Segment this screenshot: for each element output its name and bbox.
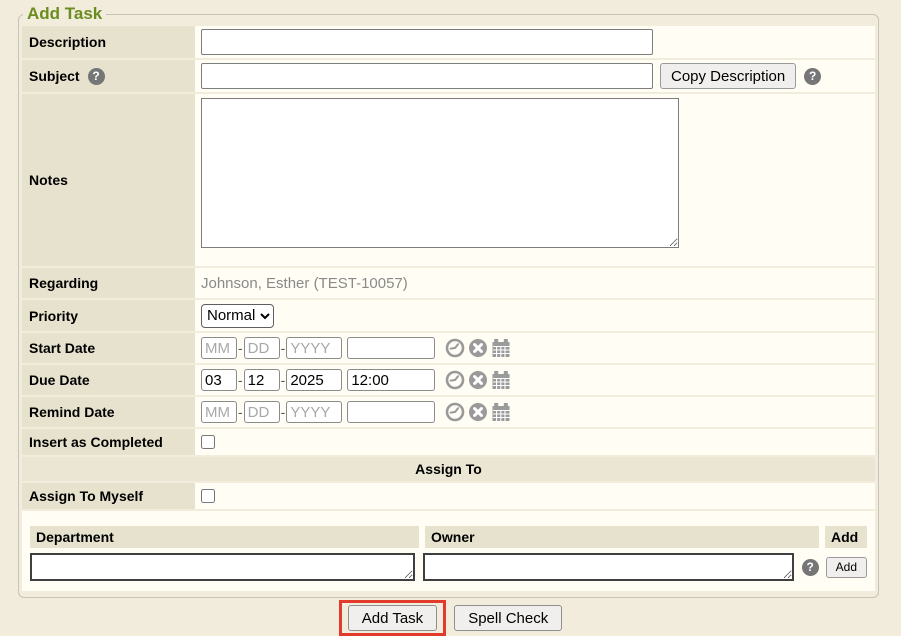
calendar-icon[interactable] <box>491 338 511 358</box>
due-date-month-input[interactable] <box>201 369 237 391</box>
notes-row: Notes <box>22 94 875 266</box>
due-date-day-input[interactable] <box>244 369 280 391</box>
help-icon[interactable]: ? <box>802 559 819 576</box>
priority-label: Priority <box>22 300 195 331</box>
start-date-time-input[interactable] <box>347 337 435 359</box>
due-date-time-input[interactable] <box>347 369 435 391</box>
regarding-value: Johnson, Esther (TEST-10057) <box>201 275 408 292</box>
owner-lookup-input[interactable] <box>423 553 794 581</box>
owner-column-header: Owner <box>425 526 819 548</box>
date-separator: - <box>238 340 243 356</box>
insert-as-completed-checkbox[interactable] <box>201 435 215 449</box>
remind-date-year-input[interactable] <box>286 401 342 423</box>
assign-to-section-header: Assign To <box>22 457 875 481</box>
add-task-form: Add Task Description Subject ? Copy Desc… <box>18 4 879 598</box>
priority-row: Priority Normal <box>22 300 875 331</box>
insert-as-completed-label: Insert as Completed <box>22 429 195 455</box>
insert-as-completed-row: Insert as Completed <box>22 429 875 455</box>
clock-icon[interactable] <box>445 370 465 390</box>
due-date-label: Due Date <box>22 365 195 395</box>
remind-date-month-input[interactable] <box>201 401 237 423</box>
notes-label: Notes <box>22 94 195 266</box>
clock-icon[interactable] <box>445 402 465 422</box>
calendar-icon[interactable] <box>491 370 511 390</box>
calendar-icon[interactable] <box>491 402 511 422</box>
date-separator: - <box>281 340 286 356</box>
start-date-row: Start Date - - <box>22 333 875 363</box>
remind-date-day-input[interactable] <box>244 401 280 423</box>
start-date-year-input[interactable] <box>286 337 342 359</box>
help-icon[interactable]: ? <box>88 68 105 85</box>
date-separator: - <box>281 404 286 420</box>
start-date-day-input[interactable] <box>244 337 280 359</box>
annotation-highlight: Add Task <box>339 600 446 636</box>
add-assignment-button[interactable]: Add <box>826 557 867 578</box>
subject-row: Subject ? Copy Description ? <box>22 60 875 92</box>
assign-to-myself-label: Assign To Myself <box>22 483 195 509</box>
subject-input[interactable] <box>201 63 653 89</box>
clock-icon[interactable] <box>445 338 465 358</box>
add-column-header: Add <box>825 526 867 548</box>
due-date-year-input[interactable] <box>286 369 342 391</box>
priority-select[interactable]: Normal <box>201 304 274 328</box>
remind-date-time-input[interactable] <box>347 401 435 423</box>
notes-textarea[interactable] <box>201 98 679 248</box>
start-date-label: Start Date <box>22 333 195 363</box>
remind-date-row: Remind Date - - <box>22 397 875 427</box>
clear-icon[interactable] <box>468 338 488 358</box>
clear-icon[interactable] <box>468 370 488 390</box>
footer-button-bar: Add Task Spell Check <box>0 600 901 636</box>
subject-label: Subject <box>29 68 80 84</box>
spell-check-button[interactable]: Spell Check <box>454 605 562 631</box>
form-title: Add Task <box>23 4 106 24</box>
assign-table-row: ? Add <box>30 548 867 585</box>
regarding-label: Regarding <box>22 268 195 298</box>
clear-icon[interactable] <box>468 402 488 422</box>
description-label: Description <box>22 26 195 58</box>
copy-description-button[interactable]: Copy Description <box>660 63 796 89</box>
department-column-header: Department <box>30 526 419 548</box>
description-row: Description <box>22 26 875 58</box>
remind-date-label: Remind Date <box>22 397 195 427</box>
help-icon[interactable]: ? <box>804 68 821 85</box>
department-lookup-input[interactable] <box>30 553 415 581</box>
assign-to-myself-row: Assign To Myself <box>22 483 875 509</box>
assign-to-myself-checkbox[interactable] <box>201 489 215 503</box>
start-date-month-input[interactable] <box>201 337 237 359</box>
due-date-row: Due Date - - <box>22 365 875 395</box>
date-separator: - <box>281 372 286 388</box>
date-separator: - <box>238 404 243 420</box>
date-separator: - <box>238 372 243 388</box>
assign-table: Department Owner Add ? Add <box>22 511 875 591</box>
regarding-row: Regarding Johnson, Esther (TEST-10057) <box>22 268 875 298</box>
add-task-button[interactable]: Add Task <box>348 605 437 631</box>
description-input[interactable] <box>201 29 653 55</box>
